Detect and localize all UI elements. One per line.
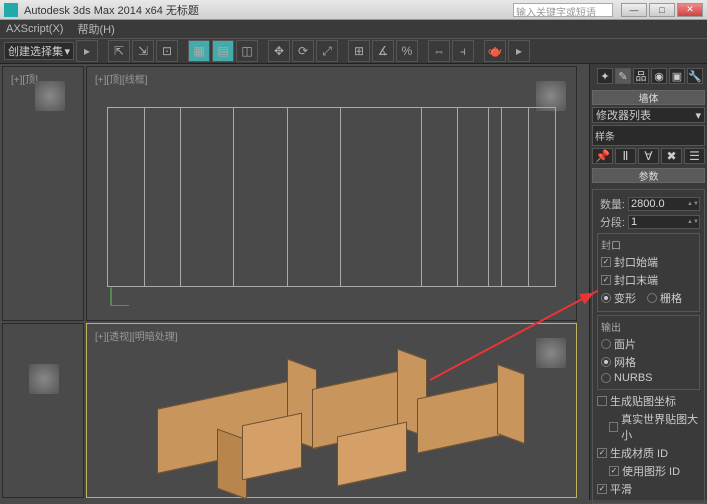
- cap-grid-radio[interactable]: [647, 293, 657, 303]
- object-name-field[interactable]: 墙体: [592, 90, 705, 105]
- cmdtab-utilities-icon[interactable]: 🔧: [687, 68, 703, 84]
- use-shapeid-check[interactable]: [609, 466, 619, 476]
- snap-icon[interactable]: ⊞: [348, 40, 370, 62]
- maximize-button[interactable]: □: [649, 3, 675, 17]
- pin-stack-icon[interactable]: 📌: [592, 148, 613, 164]
- bind-icon[interactable]: ⊡: [156, 40, 178, 62]
- select-icon[interactable]: ▦: [188, 40, 210, 62]
- move-icon[interactable]: ✥: [268, 40, 290, 62]
- cap-start-check[interactable]: [601, 257, 611, 267]
- angle-snap-icon[interactable]: ∡: [372, 40, 394, 62]
- scale-icon[interactable]: ⤢: [316, 40, 338, 62]
- axis-gizmo: [105, 284, 131, 310]
- app-title: Autodesk 3ds Max 2014 x64 无标题: [24, 2, 513, 18]
- render-icon[interactable]: 🫖: [484, 40, 506, 62]
- configure-icon[interactable]: ☰: [684, 148, 705, 164]
- select-region-icon[interactable]: ◫: [236, 40, 258, 62]
- cap-end-check[interactable]: [601, 275, 611, 285]
- viewport-perspective[interactable]: [+][透视][明暗处理]: [86, 323, 577, 498]
- title-bar: Autodesk 3ds Max 2014 x64 无标题 输入关键字或短语 —…: [0, 0, 707, 20]
- select-name-icon[interactable]: ▤: [212, 40, 234, 62]
- output-mesh-radio[interactable]: [601, 357, 611, 367]
- minimize-button[interactable]: —: [621, 3, 647, 17]
- search-input[interactable]: 输入关键字或短语: [513, 3, 613, 17]
- viewcube-icon[interactable]: [35, 81, 65, 111]
- menu-help[interactable]: 帮助(H): [77, 21, 114, 37]
- cmdtab-create-icon[interactable]: ✦: [597, 68, 613, 84]
- gen-matid-check[interactable]: [597, 448, 607, 458]
- wireframe-walls: [107, 107, 556, 287]
- cmdtab-hierarchy-icon[interactable]: 品: [633, 68, 649, 84]
- cmdtab-motion-icon[interactable]: ◉: [651, 68, 667, 84]
- output-patch-radio[interactable]: [601, 339, 611, 349]
- close-button[interactable]: ✕: [677, 3, 703, 17]
- show-end-icon[interactable]: Ⅱ: [615, 148, 636, 164]
- unique-icon[interactable]: ∀: [638, 148, 659, 164]
- link-icon[interactable]: ⇱: [108, 40, 130, 62]
- modifier-stack[interactable]: 样条: [592, 125, 705, 146]
- gen-mapping-check[interactable]: [597, 396, 607, 406]
- percent-snap-icon[interactable]: %: [396, 40, 418, 62]
- unlink-icon[interactable]: ⇲: [132, 40, 154, 62]
- selection-set-combo[interactable]: 创建选择集▾: [4, 42, 74, 60]
- command-panel: ✦ ✎ 品 ◉ ▣ 🔧 墙体 修改器列表▾ 样条 📌 Ⅱ ∀ ✖ ☰ 参数 数量…: [589, 64, 707, 500]
- mirror-icon[interactable]: ⇔: [428, 40, 450, 62]
- menu-maxscript[interactable]: AXScript(X): [6, 23, 63, 35]
- viewcube-icon[interactable]: [29, 364, 59, 394]
- selection-lock-icon[interactable]: ▸: [76, 40, 98, 62]
- amount-spinner[interactable]: 2800.0▲▼: [628, 197, 700, 211]
- render-scene-icon[interactable]: ▸: [508, 40, 530, 62]
- rotate-icon[interactable]: ⟳: [292, 40, 314, 62]
- viewcube-icon[interactable]: [536, 338, 566, 368]
- remove-mod-icon[interactable]: ✖: [661, 148, 682, 164]
- output-nurbs-radio[interactable]: [601, 373, 611, 383]
- align-icon[interactable]: ⫞: [452, 40, 474, 62]
- viewport-top-small[interactable]: [+][顶]: [2, 66, 84, 321]
- cmdtab-modify-icon[interactable]: ✎: [615, 68, 631, 84]
- segments-spinner[interactable]: 1▲▼: [628, 215, 700, 229]
- smooth-check[interactable]: [597, 484, 607, 494]
- params-rollout-header[interactable]: 参数: [592, 168, 705, 183]
- menu-bar: AXScript(X) 帮助(H): [0, 20, 707, 38]
- viewport-left[interactable]: [2, 323, 84, 498]
- app-icon: [4, 3, 18, 17]
- viewport-area: [+][顶] [+][顶][线框] [+][透视][明暗处理]: [0, 64, 589, 500]
- realworld-check[interactable]: [609, 422, 618, 432]
- viewport-top-wire[interactable]: [+][顶][线框]: [86, 66, 577, 321]
- main-toolbar: 创建选择集▾ ▸ ⇱ ⇲ ⊡ ▦ ▤ ◫ ✥ ⟳ ⤢ ⊞ ∡ % ⇔ ⫞ 🫖 ▸: [0, 38, 707, 64]
- modifier-list-dropdown[interactable]: 修改器列表▾: [592, 107, 705, 123]
- cmdtab-display-icon[interactable]: ▣: [669, 68, 685, 84]
